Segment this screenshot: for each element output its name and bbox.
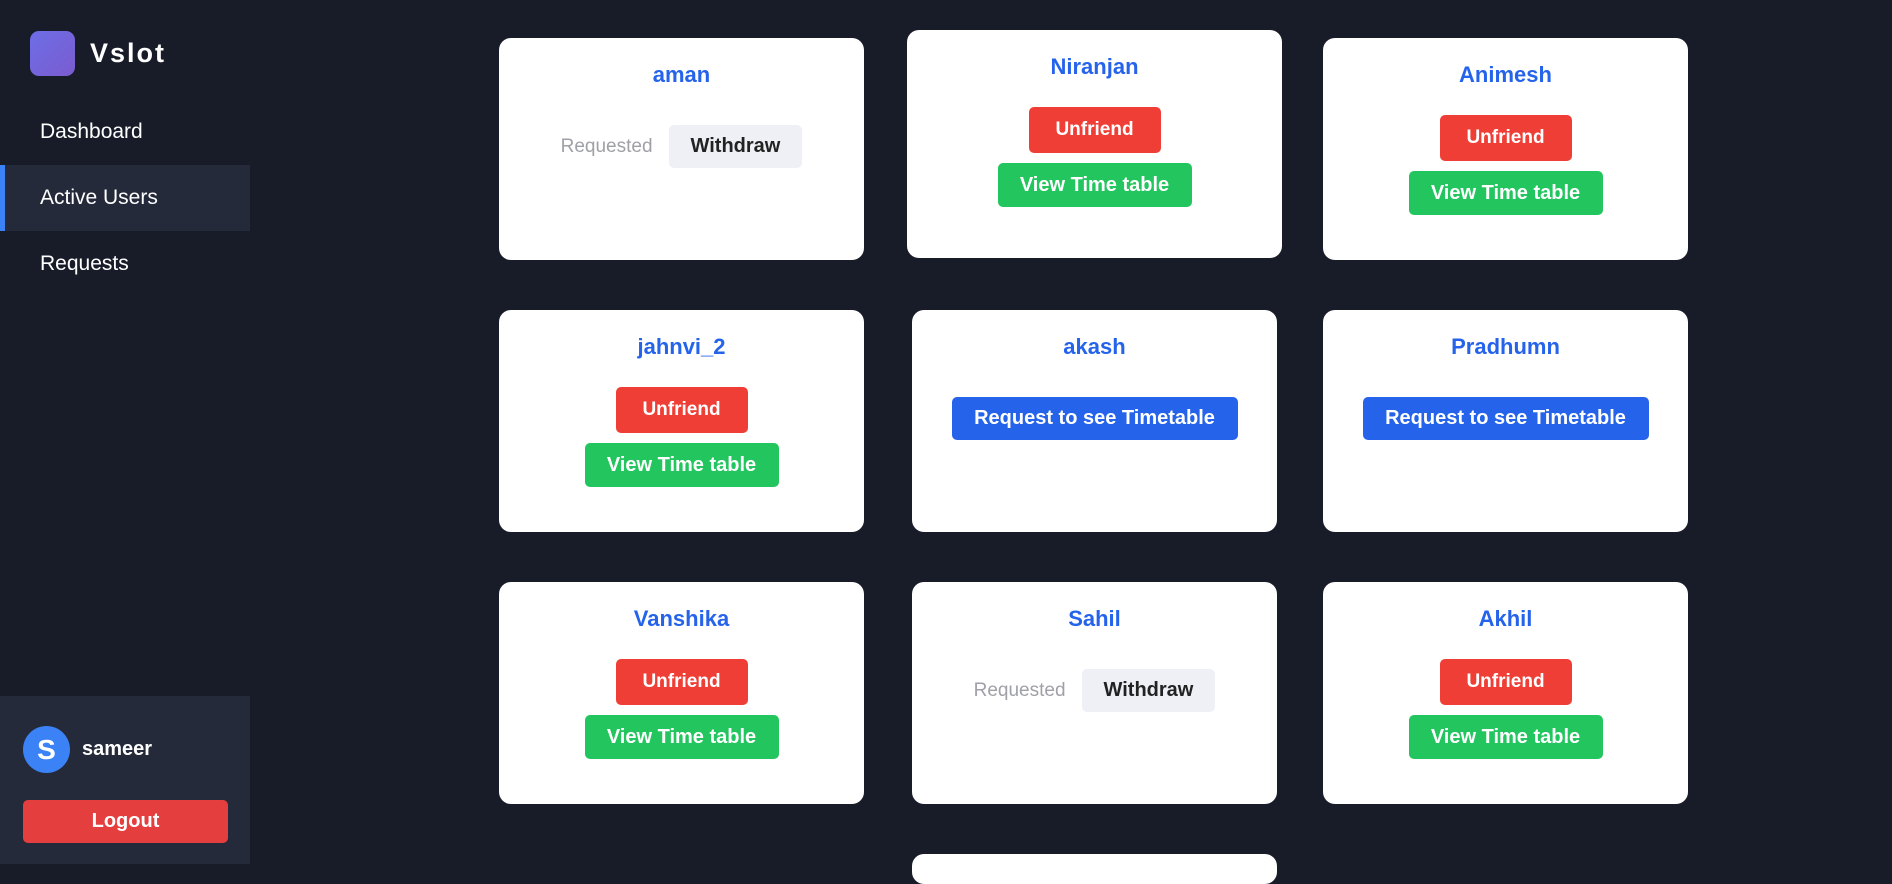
request-timetable-button[interactable]: Request to see Timetable bbox=[1362, 397, 1649, 440]
unfriend-button[interactable]: Unfriend bbox=[1439, 659, 1572, 705]
user-card: aman Requested Withdraw bbox=[499, 38, 864, 260]
view-timetable-button[interactable]: View Time table bbox=[584, 715, 779, 759]
withdraw-button[interactable]: Withdraw bbox=[668, 125, 803, 168]
user-name: akash bbox=[1063, 334, 1126, 359]
user-name: jahnvi_2 bbox=[637, 334, 726, 359]
unfriend-button[interactable]: Unfriend bbox=[615, 387, 748, 433]
sidebar-item-requests[interactable]: Requests bbox=[0, 231, 250, 297]
unfriend-button[interactable]: Unfriend bbox=[1028, 107, 1161, 153]
user-card: Sahil Requested Withdraw bbox=[912, 582, 1277, 804]
app-logo-icon bbox=[30, 31, 75, 76]
withdraw-button[interactable]: Withdraw bbox=[1081, 669, 1216, 712]
avatar: S bbox=[23, 726, 70, 773]
view-timetable-button[interactable]: View Time table bbox=[1408, 715, 1603, 759]
request-status: Requested Withdraw bbox=[499, 125, 864, 168]
sidebar-nav: Dashboard Active Users Requests bbox=[0, 99, 250, 297]
user-card: jahnvi_2 Unfriend View Time table bbox=[499, 310, 864, 532]
user-name: aman bbox=[652, 62, 711, 87]
request-status: Requested Withdraw bbox=[912, 669, 1277, 712]
sidebar: Vslot Dashboard Active Users Requests S … bbox=[0, 0, 250, 864]
view-timetable-button[interactable]: View Time table bbox=[584, 443, 779, 487]
user-name: Sahil bbox=[1068, 606, 1121, 631]
sidebar-item-active-users[interactable]: Active Users bbox=[0, 165, 250, 231]
view-timetable-button[interactable]: View Time table bbox=[997, 163, 1192, 207]
user-card: Vanshika Unfriend View Time table bbox=[499, 582, 864, 804]
unfriend-button[interactable]: Unfriend bbox=[1439, 115, 1572, 161]
user-card: Animesh Unfriend View Time table bbox=[1323, 38, 1688, 260]
unfriend-button[interactable]: Unfriend bbox=[615, 659, 748, 705]
user-card: Niranjan Unfriend View Time table bbox=[907, 30, 1282, 258]
current-user: S sameer bbox=[23, 726, 152, 773]
user-name: Pradhumn bbox=[1451, 334, 1560, 359]
sidebar-item-dashboard[interactable]: Dashboard bbox=[0, 99, 250, 165]
user-name: Niranjan bbox=[1050, 54, 1139, 79]
request-timetable-button[interactable]: Request to see Timetable bbox=[951, 397, 1238, 440]
view-timetable-button[interactable]: View Time table bbox=[1408, 171, 1603, 215]
user-card: Pradhumn Request to see Timetable bbox=[1323, 310, 1688, 532]
app-name: Vslot bbox=[90, 38, 167, 68]
logout-button[interactable]: Logout bbox=[23, 800, 228, 843]
username: sameer bbox=[82, 738, 153, 760]
brand[interactable]: Vslot bbox=[30, 31, 166, 76]
user-name: Akhil bbox=[1478, 606, 1533, 631]
requested-label: Requested bbox=[973, 679, 1066, 701]
user-card: akash Request to see Timetable bbox=[912, 310, 1277, 532]
user-card: Akhil Unfriend View Time table bbox=[1323, 582, 1688, 804]
user-card-partial bbox=[912, 854, 1277, 884]
requested-label: Requested bbox=[560, 135, 653, 157]
user-name: Animesh bbox=[1459, 62, 1552, 87]
user-panel: S sameer Logout bbox=[0, 696, 250, 864]
user-name: Vanshika bbox=[633, 606, 730, 631]
